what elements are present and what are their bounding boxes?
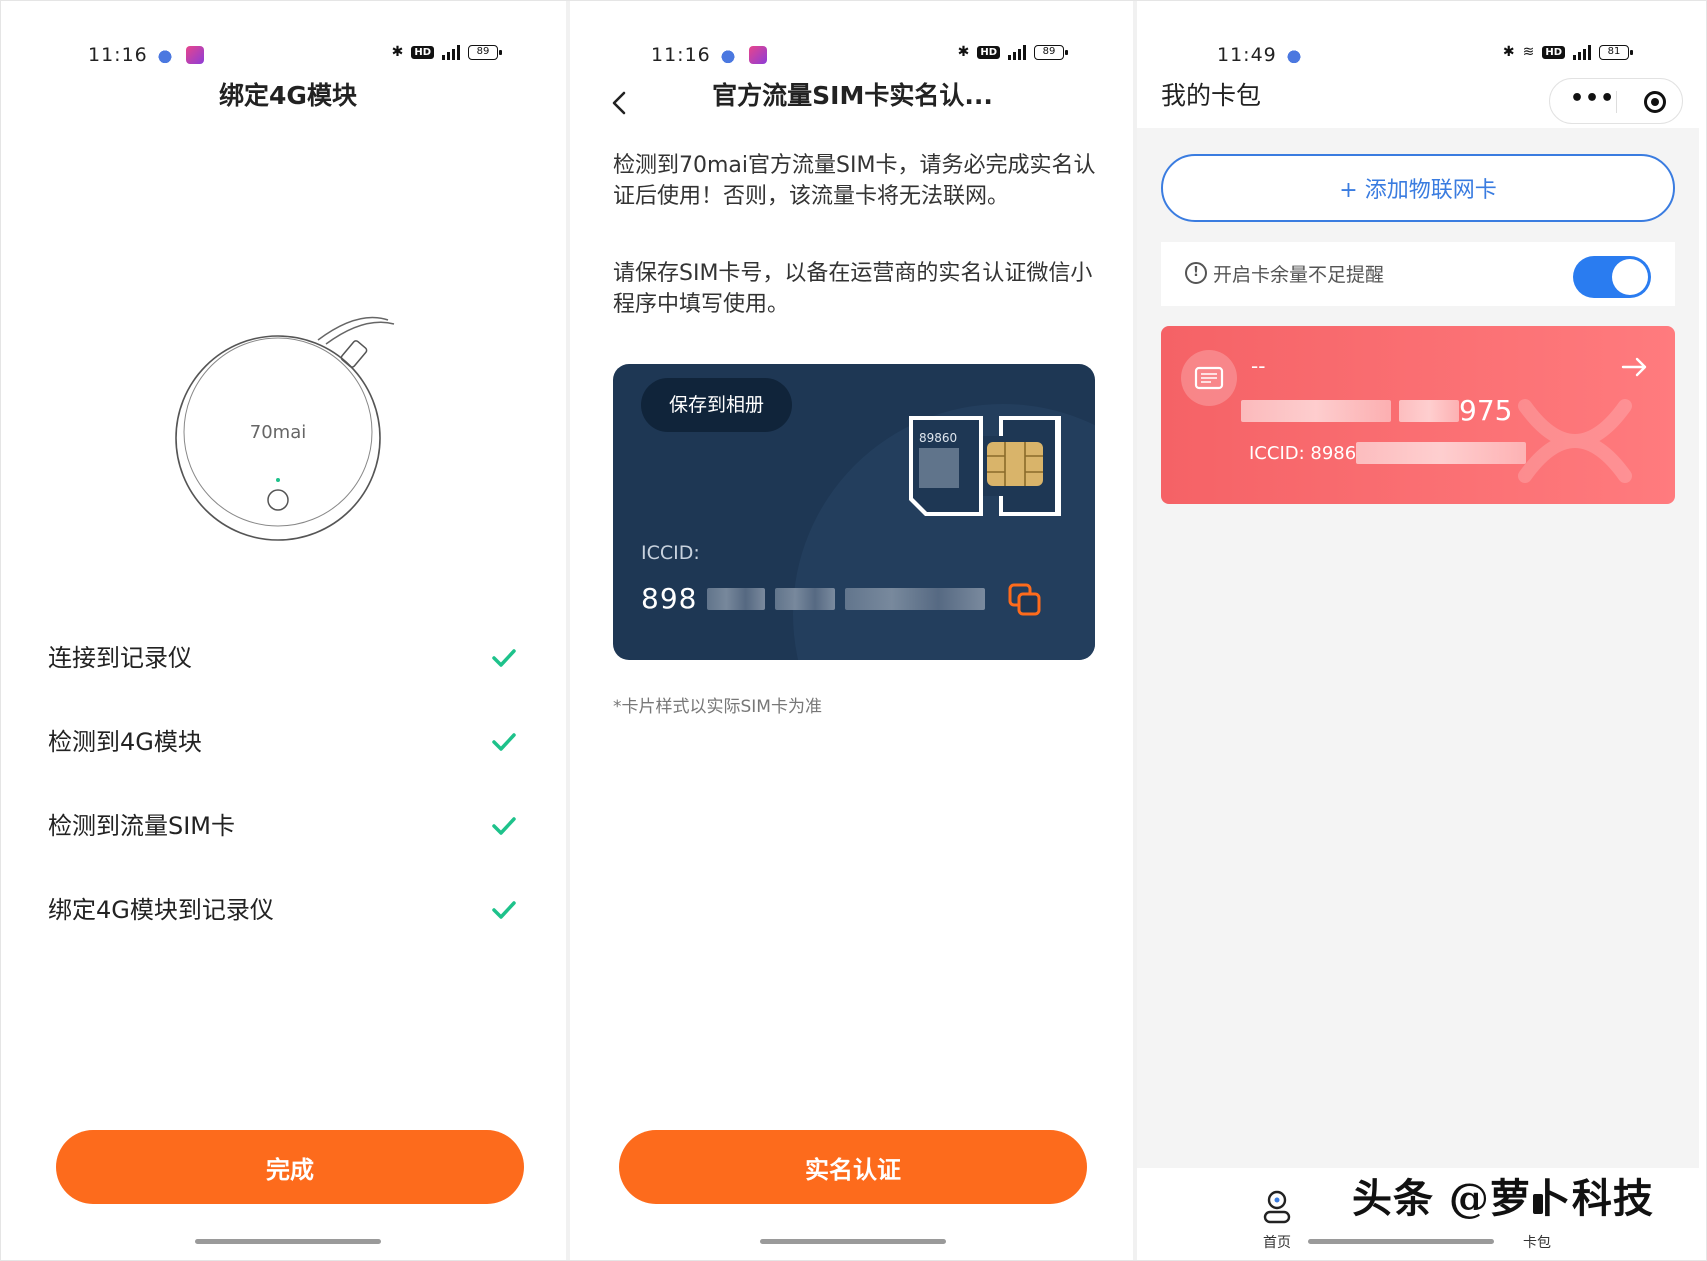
page-title: 官方流量SIM卡实名认... [712,81,993,110]
warning-paragraph: 检测到70mai官方流量SIM卡，请务必完成实名认证后使用！否则，该流量卡将无法… [613,153,1096,209]
tab-label: 首页 [1263,1235,1291,1251]
check-icon [492,901,516,919]
hd-icon: HD [411,45,434,59]
svg-text:70mai: 70mai [250,422,306,443]
add-iot-card-button[interactable]: + 添加物联网卡 [1161,154,1675,222]
signal-icon [1008,44,1026,60]
sim-card-preview: 保存到相册 89860 ICCID: 898 [613,364,1095,660]
masked-digits [775,587,836,610]
bind-4g-screen: 11:16 ✱ HD 89 绑定4G模块 70mai 连接到记录仪 检测到4G模… [8,10,568,1256]
info-icon: ! [1185,262,1207,284]
iccid-number: 898 [641,582,986,615]
real-name-verify-button[interactable]: 实名认证 [619,1130,1087,1204]
watermark: 头条 @萝卜科技 [1352,1175,1654,1222]
step-item: 连接到记录仪 [48,642,528,726]
card-style-note: *卡片样式以实际SIM卡为准 [613,697,822,717]
home-indicator[interactable] [195,1239,381,1244]
signal-icon [1573,44,1591,60]
more-icon[interactable]: ••• [1570,88,1615,110]
app-notification-icon [749,46,767,64]
close-mini-program-icon[interactable] [1644,91,1666,113]
reminder-toggle[interactable] [1573,256,1651,298]
system-icons: ✱ HD 89 [957,44,1068,60]
status-bar: 11:16 ✱ HD 89 [8,32,568,72]
wifi-icon: ≋ [1522,44,1535,60]
bluetooth-icon: ✱ [391,44,404,60]
bluetooth-icon: ✱ [1502,44,1515,60]
bluetooth-icon: ✱ [957,44,970,60]
masked-digits [845,587,986,610]
step-item: 绑定4G模块到记录仪 [48,894,528,978]
step-label: 检测到流量SIM卡 [48,812,236,840]
page-title: 我的卡包 [1161,81,1262,110]
sim-card-icon [1181,350,1237,406]
card-iccid: ICCID: 8986 [1249,442,1527,464]
sim-card-item[interactable]: -- 975 ICCID: 8986 [1161,326,1675,504]
check-icon [492,817,516,835]
system-icons: ✱ ≋ HD 81 [1502,44,1633,60]
card-number: 975 [1241,394,1512,427]
arrow-right-icon[interactable] [1619,352,1649,382]
screenshot-stage: 11:16 ✱ HD 89 绑定4G模块 70mai 连接到记录仪 检测到4G模… [0,0,1707,1261]
home-person-icon [1263,1190,1291,1224]
done-button[interactable]: 完成 [56,1130,524,1204]
sim-chip-icon: 89860 [905,416,1067,522]
app-notification-icon [186,46,204,64]
status-time: 11:16 [651,44,711,66]
home-indicator[interactable] [1308,1239,1494,1244]
card-wallet-screen: 11:49 ✱ ≋ HD 81 我的卡包 ••• + 添加物联网卡 ! 开启卡余… [1137,10,1699,1256]
battery-icon: 89 [468,44,502,60]
check-icon [492,649,516,667]
back-arrow-icon[interactable] [607,90,633,116]
battery-icon: 89 [1034,44,1068,60]
hd-icon: HD [977,45,1000,59]
home-indicator[interactable] [759,1239,946,1244]
step-item: 检测到4G模块 [48,726,528,810]
binding-steps-list: 连接到记录仪 检测到4G模块 检测到流量SIM卡 绑定4G模块到记录仪 [48,642,528,978]
save-to-album-button[interactable]: 保存到相册 [641,378,793,432]
device-illustration: 70mai [168,310,408,550]
dashcam-4g-module-icon: 70mai [175,316,395,541]
iccid-label: ICCID: [641,542,700,564]
masked-digits [1356,442,1527,464]
step-label: 绑定4G模块到记录仪 [48,896,274,924]
step-label: 检测到4G模块 [48,728,202,756]
status-time: 11:49 [1217,44,1277,66]
copy-icon[interactable] [1007,582,1043,618]
system-icons: ✱ HD 89 [391,44,502,60]
svg-text:89860: 89860 [919,431,957,445]
masked-digits [1241,399,1391,422]
low-balance-reminder-row: ! 开启卡余量不足提醒 [1161,242,1675,306]
status-bar: 11:16 ✱ HD 89 [571,32,1134,72]
baidu-icon [719,46,737,64]
sim-verify-screen: 11:16 ✱ HD 89 官方流量SIM卡实名认... 检测到70mai官方流… [571,10,1134,1256]
masked-digits [707,587,766,610]
status-bar: 11:49 ✱ ≋ HD 81 [1137,32,1699,72]
status-time: 11:16 [88,44,148,66]
masked-digits [1399,399,1459,422]
check-icon [492,733,516,751]
carrier-logo-icon [1518,399,1632,483]
baidu-icon [156,46,174,64]
page-title: 绑定4G模块 [219,81,357,110]
signal-icon [442,44,460,60]
hd-icon: HD [1542,45,1565,59]
tab-label: 卡包 [1523,1235,1551,1251]
save-hint-paragraph: 请保存SIM卡号，以备在运营商的实名认证微信小程序中填写使用。 [613,261,1093,317]
card-name: -- [1251,354,1266,378]
baidu-icon [1285,46,1303,64]
battery-icon: 81 [1599,44,1633,60]
reminder-label: 开启卡余量不足提醒 [1213,264,1385,286]
step-item: 检测到流量SIM卡 [48,810,528,894]
mini-program-capsule: ••• [1549,78,1683,124]
step-label: 连接到记录仪 [48,644,192,672]
tab-home[interactable]: 首页 [1247,1186,1307,1252]
